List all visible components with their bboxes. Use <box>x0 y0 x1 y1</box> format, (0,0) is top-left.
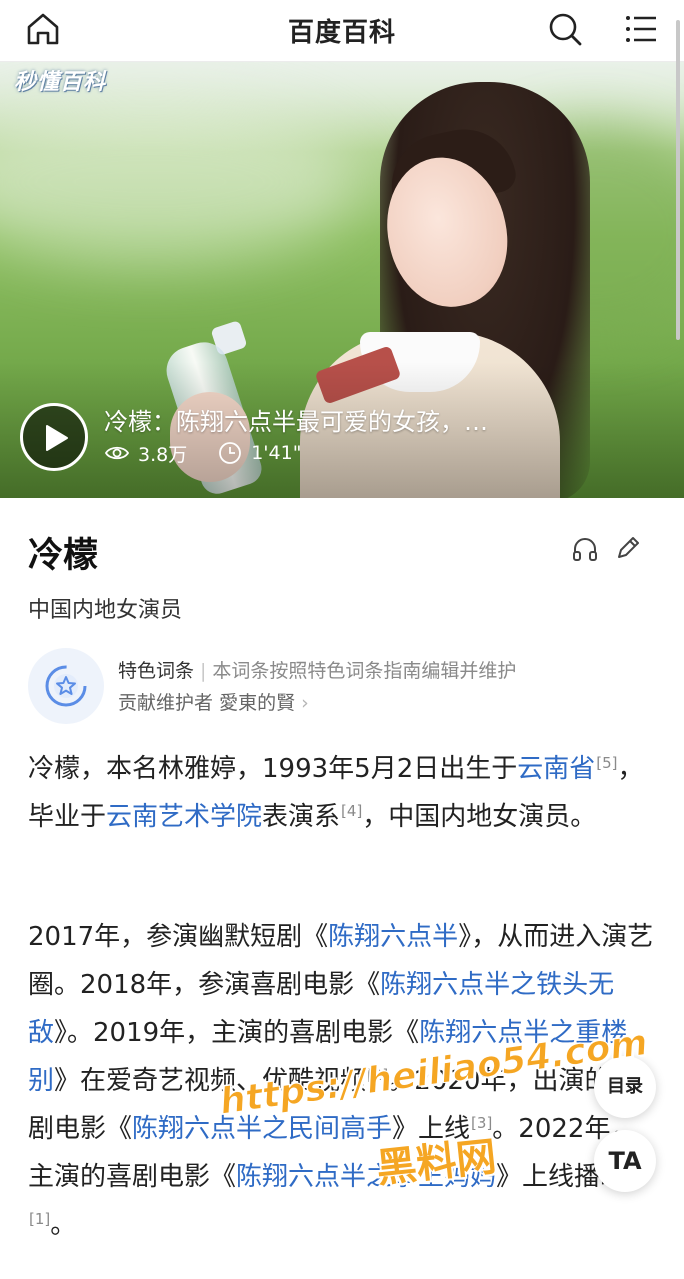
text: ，中国内地女演员。 <box>362 802 597 832</box>
text: 2017年，参演幽默短剧《 <box>28 922 329 952</box>
maintainer-name[interactable]: 愛東的賢 <box>219 692 295 714</box>
chevron-right-icon: › <box>301 692 309 714</box>
play-button[interactable] <box>20 403 88 471</box>
ta-button[interactable]: TA <box>594 1130 656 1192</box>
featured-entry-block[interactable]: 特色词条 | 本词条按照特色词条指南编辑并维护 贡献维护者 愛東的賢 › <box>28 648 658 724</box>
featured-description: 本词条按照特色词条指南编辑并维护 <box>212 660 517 682</box>
citation-1[interactable]: [1] <box>29 1210 50 1228</box>
link-chenxiang[interactable]: 陈翔六点半 <box>328 922 458 952</box>
text: 》。2019年，主演的喜剧电影《 <box>54 1018 420 1048</box>
featured-label: 特色词条 <box>118 660 195 682</box>
link-yunnan[interactable]: 云南省 <box>517 754 595 784</box>
featured-badge-icon <box>28 648 104 724</box>
edit-pencil-icon[interactable] <box>614 534 642 562</box>
entry-subtitle: 中国内地女演员 <box>28 598 183 623</box>
link-minjian-gaoshou[interactable]: 陈翔六点半之民间高手 <box>132 1114 392 1144</box>
citation-5[interactable]: [5] <box>596 754 617 772</box>
maintainer-label: 贡献维护者 <box>118 692 214 714</box>
search-icon[interactable] <box>546 10 584 48</box>
maintainer-line[interactable]: 贡献维护者 愛東的賢 › <box>118 688 309 715</box>
headphones-icon[interactable] <box>570 534 600 564</box>
scrollbar[interactable] <box>676 20 680 340</box>
entry-title: 冷檬 <box>28 536 99 576</box>
video-title[interactable]: 冷檬：陈翔六点半最可爱的女孩，… <box>104 402 574 437</box>
video-views: 3.8万 <box>138 443 188 466</box>
featured-line: 特色词条 | 本词条按照特色词条指南编辑并维护 <box>118 660 517 682</box>
menu-list-icon[interactable] <box>622 10 660 48</box>
video-duration: 1'41" <box>251 442 302 464</box>
text: 冷檬，本名林雅婷，1993年5月2日出生于 <box>28 754 518 784</box>
video-meta: 3.8万 1'41" <box>104 440 301 466</box>
eye-icon <box>104 446 130 460</box>
intro-paragraph: 冷檬，本名林雅婷，1993年5月2日出生于云南省[5]，毕业于云南艺术学院表演系… <box>28 745 656 841</box>
top-nav-bar: 百度百科 <box>0 0 684 62</box>
citation-4[interactable]: [4] <box>341 802 362 820</box>
text: 表演系 <box>262 802 341 832</box>
link-yunnan-arts-university[interactable]: 云南艺术学院 <box>106 802 262 832</box>
play-icon <box>46 425 68 451</box>
clock-icon <box>219 442 242 464</box>
text: 。 <box>50 1210 77 1240</box>
video-watermark-logo: 秒懂百科 <box>14 70 107 95</box>
